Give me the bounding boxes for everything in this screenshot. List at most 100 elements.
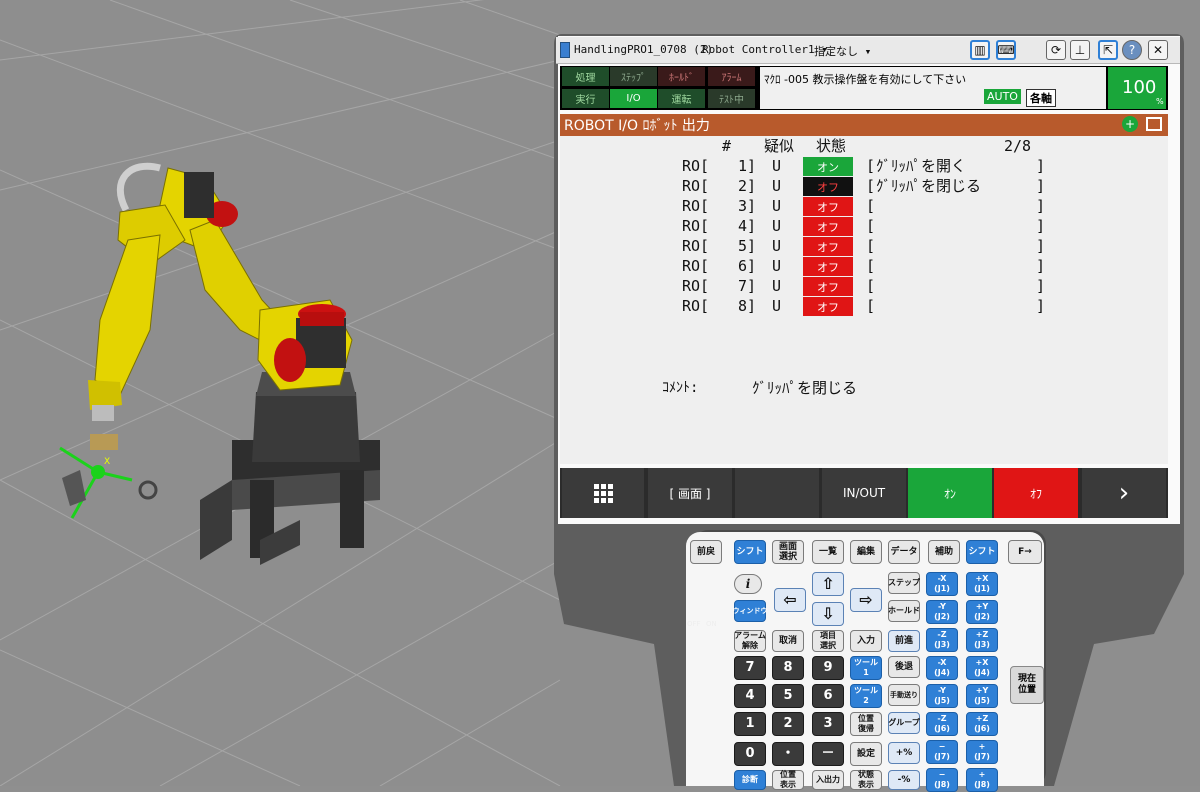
jog-plus-j6-key[interactable]: +Z (J6) [966,712,998,736]
jog-plus-j7-key[interactable]: + (J7) [966,740,998,764]
info-key[interactable]: i [734,574,762,594]
jog-minus-j2-key[interactable]: -Y (J2) [926,600,958,624]
prev-key[interactable]: 前戻 [690,540,722,564]
digit-4-key[interactable]: 4 [734,684,766,708]
io-state[interactable]: オン [803,157,853,176]
jog-minus-j3-key[interactable]: -Z (J3) [926,628,958,652]
group-key[interactable]: グループ [888,712,920,734]
controller-dropdown[interactable]: Robot Controller1 ▾ [702,43,828,56]
io-row[interactable]: RO[5] U オフ [] [560,236,1168,256]
io-row[interactable]: RO[8] U オフ [] [560,296,1168,316]
screen-select-key[interactable]: 画面 選択 [772,540,804,564]
override-down-key[interactable]: -% [888,770,920,790]
override-display[interactable]: 100 % [1108,67,1166,109]
tool1-key[interactable]: ツール 1 [850,656,882,680]
io-row[interactable]: RO[6] U オフ [] [560,256,1168,276]
digit-5-key[interactable]: 5 [772,684,804,708]
help-icon[interactable]: ? [1122,40,1142,60]
enter-key[interactable]: 入力 [850,630,882,652]
split-view-icon[interactable] [1146,117,1162,131]
arrow-right-key[interactable]: ⇨ [850,588,882,612]
jog-minus-j1-key[interactable]: -X (J1) [926,572,958,596]
jog-minus-j5-key[interactable]: -Y (J5) [926,684,958,708]
io-state[interactable]: オフ [803,237,853,256]
io-row[interactable]: RO[2] U オフ [ｸﾞﾘｯﾊﾟを閉じる] [560,176,1168,196]
shift-right-key[interactable]: シフト [966,540,998,564]
io-key[interactable]: 入出力 [812,770,844,790]
item-select-key[interactable]: 項目 選択 [812,630,844,652]
undock-icon[interactable]: ⇱ [1098,40,1118,60]
jog-minus-j8-key[interactable]: − (J8) [926,768,958,792]
digit-1-key[interactable]: 1 [734,712,766,736]
minus-key[interactable]: － [812,742,844,766]
alarm-reset-key[interactable]: アラーム 解除 [734,630,766,652]
io-state[interactable]: オフ [803,217,853,236]
diag-key[interactable]: 診断 [734,770,766,790]
f-next-key[interactable]: F→ [1008,540,1042,564]
jog-minus-j7-key[interactable]: − (J7) [926,740,958,764]
f4-on-button[interactable]: ｵﾝ [908,468,992,518]
jog-plus-j4-key[interactable]: +X (J4) [966,656,998,680]
f2-button[interactable] [735,468,819,518]
arrow-left-key[interactable]: ⇦ [774,588,806,612]
pos-display-key[interactable]: 位置 表示 [772,770,804,790]
edit-key[interactable]: 編集 [850,540,882,564]
enable-switch[interactable] [688,598,718,628]
f1-screen-button[interactable]: [ 画面 ] [648,468,732,518]
shift-left-key[interactable]: シフト [734,540,766,564]
hold-key[interactable]: ホールド [888,600,920,622]
forward-key[interactable]: 前進 [888,630,920,652]
digit-8-key[interactable]: 8 [772,656,804,680]
window-titlebar[interactable]: HandlingPRO1_0708 (2) Robot Controller1 … [556,37,1180,64]
keyboard-icon[interactable]: ⌨ [996,40,1016,60]
backward-key[interactable]: 後退 [888,656,920,678]
dot-key[interactable]: ・ [772,742,804,766]
state-display-key[interactable]: 状態 表示 [850,770,882,790]
target-dropdown[interactable]: 指定なし ▾ [814,43,871,59]
aux-key[interactable]: 補助 [928,540,960,564]
window-key[interactable]: ウィンドウ [733,600,768,622]
jog-plus-j5-key[interactable]: +Y (J5) [966,684,998,708]
arrow-up-key[interactable]: ⇧ [812,572,844,596]
jog-plus-j1-key[interactable]: +X (J1) [966,572,998,596]
jog-minus-j6-key[interactable]: -Z (J6) [926,712,958,736]
menu-button[interactable] [562,468,644,518]
io-row[interactable]: RO[1] U オン [ｸﾞﾘｯﾊﾟを開く] [560,156,1168,176]
next-page-button[interactable]: › [1082,468,1166,518]
f3-inout-button[interactable]: IN/OUT [822,468,906,518]
list-key[interactable]: 一覧 [812,540,844,564]
io-row[interactable]: RO[3] U オフ [] [560,196,1168,216]
pin-icon[interactable]: ⊥ [1070,40,1090,60]
f5-off-button[interactable]: ｵﾌ [994,468,1078,518]
digit-2-key[interactable]: 2 [772,712,804,736]
step-key[interactable]: ステップ [888,572,920,594]
pendant-view-icon[interactable]: ▥ [970,40,990,60]
io-row[interactable]: RO[4] U オフ [] [560,216,1168,236]
jog-minus-j4-key[interactable]: -X (J4) [926,656,958,680]
current-position-key[interactable]: 現在 位置 [1010,666,1044,704]
io-state[interactable]: オフ [803,177,853,196]
cancel-key[interactable]: 取消 [772,630,804,652]
override-up-key[interactable]: +% [888,742,920,764]
io-state[interactable]: オフ [803,277,853,296]
digit-7-key[interactable]: 7 [734,656,766,680]
io-state[interactable]: オフ [803,197,853,216]
io-row[interactable]: RO[7] U オフ [] [560,276,1168,296]
refresh-icon[interactable]: ⟳ [1046,40,1066,60]
tool2-key[interactable]: ツール 2 [850,684,882,708]
zoom-icon[interactable]: + [1122,116,1138,132]
digit-3-key[interactable]: 3 [812,712,844,736]
manual-feed-key[interactable]: 手動送り [888,684,920,706]
digit-0-key[interactable]: 0 [734,742,766,766]
data-key[interactable]: データ [888,540,920,564]
arrow-down-key[interactable]: ⇩ [812,602,844,626]
jog-plus-j8-key[interactable]: + (J8) [966,768,998,792]
pos-restore-key[interactable]: 位置 復帰 [850,712,882,736]
io-state[interactable]: オフ [803,257,853,276]
digit-9-key[interactable]: 9 [812,656,844,680]
jog-plus-j2-key[interactable]: +Y (J2) [966,600,998,624]
close-icon[interactable]: ✕ [1148,40,1168,60]
io-state[interactable]: オフ [803,297,853,316]
digit-6-key[interactable]: 6 [812,684,844,708]
jog-plus-j3-key[interactable]: +Z (J3) [966,628,998,652]
